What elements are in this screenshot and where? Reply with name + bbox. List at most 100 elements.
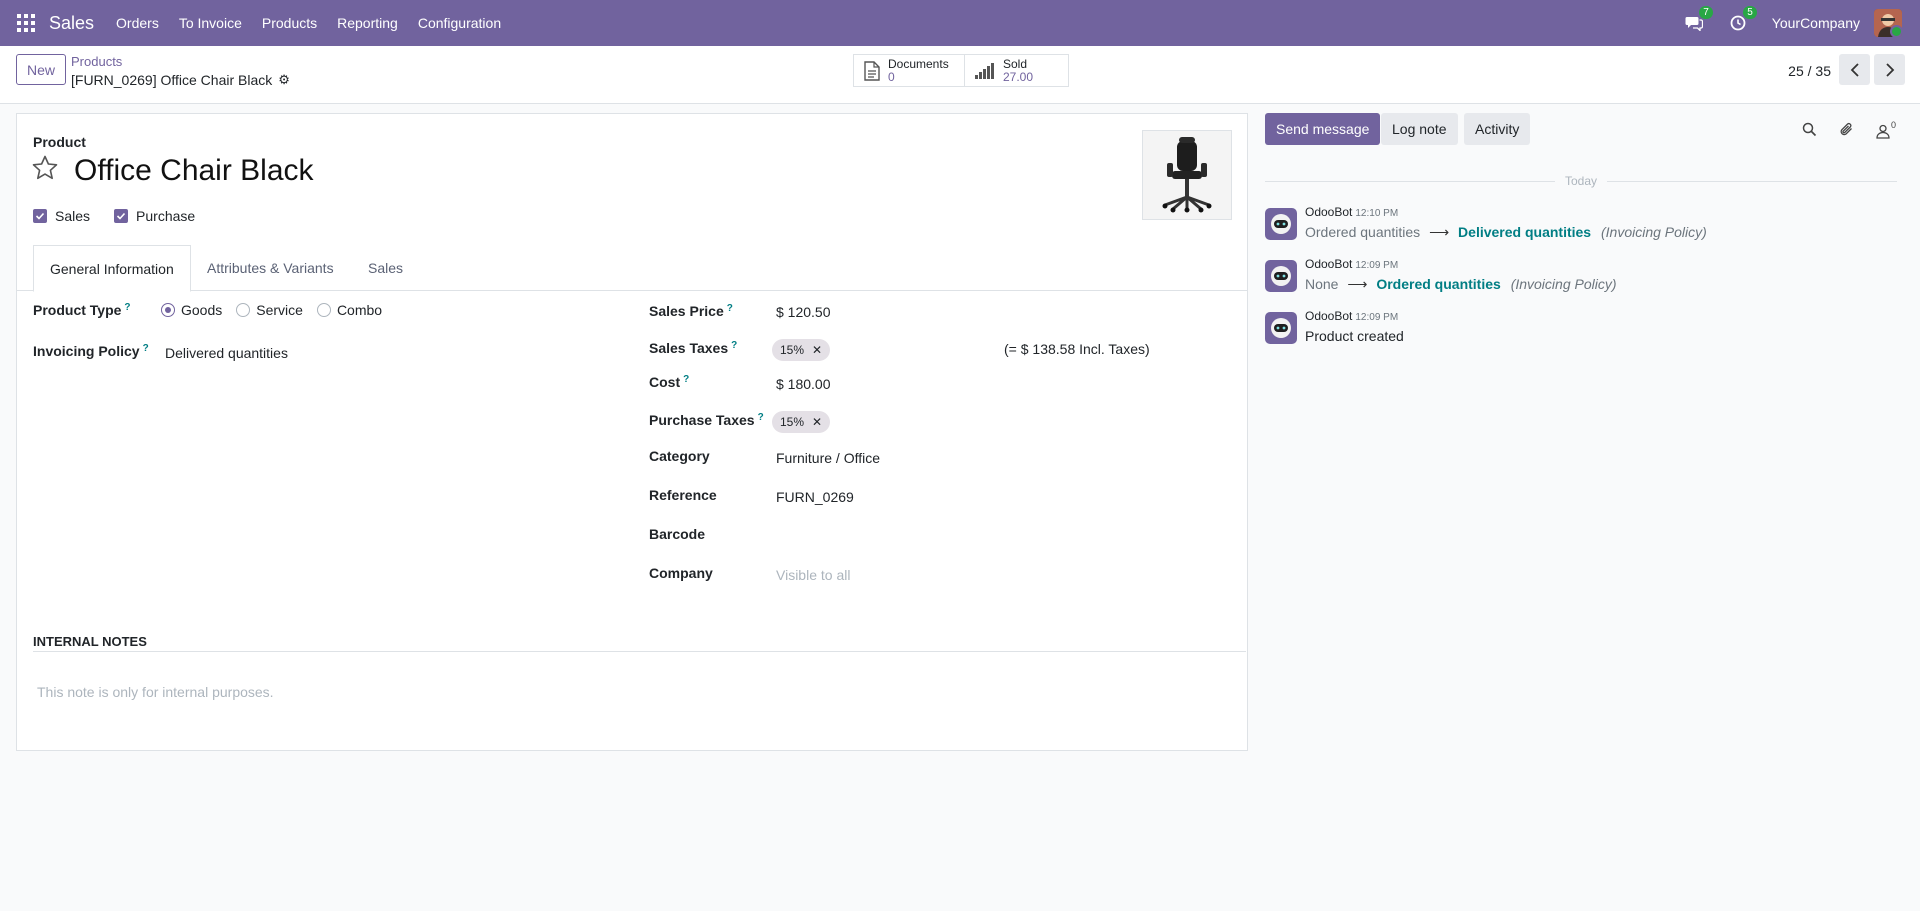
invoicing-policy-label: Invoicing Policy? [33,343,149,359]
help-icon[interactable]: ? [143,343,149,354]
menu-configuration[interactable]: Configuration [418,15,501,31]
search-icon[interactable] [1802,122,1817,140]
invoicing-policy-label-text: Invoicing Policy [33,343,140,359]
favorite-star-icon[interactable] [31,154,59,182]
sales-taxes-label: Sales Taxes? [649,340,737,356]
form-tabs: General Information Attributes & Variant… [17,245,1247,292]
help-icon[interactable]: ? [758,412,764,423]
sold-value: 27.00 [1003,69,1034,84]
date-separator: Today [1265,174,1897,188]
purchase-checkbox-label[interactable]: Purchase [136,208,195,224]
app-menu-icon[interactable] [17,14,35,32]
product-image[interactable] [1142,130,1232,220]
barcode-field[interactable] [776,526,1076,544]
send-message-button[interactable]: Send message [1265,113,1381,145]
radio-combo[interactable] [316,303,331,317]
author-name[interactable]: OdooBot [1305,257,1352,271]
reference-label: Reference [649,487,717,503]
internal-notes-field[interactable]: This note is only for internal purposes. [37,684,274,700]
message-author: OdooBot 12:10 PM [1305,205,1398,219]
radio-goods-label[interactable]: Goods [181,302,222,318]
messages-icon[interactable]: 7 [1684,6,1713,33]
menu-products[interactable]: Products [262,15,317,31]
app-name[interactable]: Sales [49,13,94,34]
product-name-field[interactable]: Office Chair Black [74,154,314,188]
cost-label: Cost? [649,374,689,390]
breadcrumb-products[interactable]: Products [71,54,122,69]
odoobot-avatar[interactable] [1265,208,1297,240]
record-title-text: [FURN_0269] Office Chair Black [71,72,273,88]
log-note-button[interactable]: Log note [1381,113,1458,145]
messages-badge: 7 [1699,6,1713,19]
sales-price-field[interactable]: $ 120.50 [776,304,831,320]
menu-to-invoice[interactable]: To Invoice [179,15,242,31]
purchase-tax-tag-label: 15% [780,415,805,429]
old-value: None [1305,276,1339,292]
menu-reporting[interactable]: Reporting [337,15,398,31]
control-panel: New Products [FURN_0269] Office Chair Bl… [0,46,1920,104]
chevron-left-icon [1850,62,1859,77]
menu-orders[interactable]: Orders [116,15,159,31]
top-navbar: Sales Orders To Invoice Products Reporti… [0,0,1920,46]
radio-service-label[interactable]: Service [256,302,303,318]
new-button[interactable]: New [16,54,67,85]
product-form-sheet: Product Office Chair Black Sales Purchas… [16,113,1248,751]
activity-button[interactable]: Activity [1464,113,1531,145]
pager-prev-button[interactable] [1839,54,1870,85]
tab-sales[interactable]: Sales [368,245,403,291]
category-field[interactable]: Furniture / Office [776,450,880,466]
pager-next-button[interactable] [1874,54,1905,85]
activities-icon[interactable]: 5 [1728,6,1757,33]
arrow-right-icon: ⟶ [1347,276,1368,292]
radio-combo-label[interactable]: Combo [337,302,382,318]
user-avatar[interactable] [1874,9,1902,37]
chatter-tools: 0 [1802,120,1896,140]
documents-smart-button[interactable]: Documents 0 [854,55,964,86]
chevron-right-icon [1885,62,1894,77]
tab-attributes-variants[interactable]: Attributes & Variants [207,245,334,291]
sales-price-label-text: Sales Price [649,303,724,319]
company-field[interactable]: Visible to all [776,567,850,583]
old-value: Ordered quantities [1305,224,1421,240]
company-switcher[interactable]: YourCompany [1772,15,1860,31]
product-type-radio: Goods Service Combo [161,302,396,318]
radio-goods[interactable] [161,303,175,317]
message-time: 12:09 PM [1355,312,1399,323]
product-type-label-text: Product Type [33,302,122,318]
check-icon [35,212,45,220]
followers-count: 0 [1890,119,1896,130]
tab-general-information[interactable]: General Information [33,245,191,292]
arrow-right-icon: ⟶ [1429,224,1450,240]
sales-tax-tag[interactable]: 15% ✕ [772,339,831,361]
barcode-label: Barcode [649,526,706,542]
odoobot-avatar[interactable] [1265,260,1297,292]
cost-field[interactable]: $ 180.00 [776,376,831,392]
message-author: OdooBot 12:09 PM [1305,309,1398,323]
purchase-checkbox[interactable] [114,209,129,223]
category-label: Category [649,448,710,464]
remove-tag-icon[interactable]: ✕ [812,343,822,357]
activities-badge: 5 [1743,6,1757,19]
documents-label: Documents [888,56,949,71]
gear-icon[interactable]: ⚙ [278,72,290,88]
help-icon[interactable]: ? [124,302,130,313]
invoicing-policy-field[interactable]: Delivered quantities [165,345,288,361]
help-icon[interactable]: ? [727,303,733,314]
check-icon [116,212,126,220]
followers-button[interactable]: 0 [1876,120,1896,139]
radio-service[interactable] [236,303,251,317]
reference-field[interactable]: FURN_0269 [776,489,854,505]
remove-tag-icon[interactable]: ✕ [812,415,822,429]
sales-checkbox[interactable] [33,209,47,223]
paperclip-icon[interactable] [1839,122,1854,140]
odoobot-avatar[interactable] [1265,312,1297,344]
author-name[interactable]: OdooBot [1305,309,1352,323]
sold-smart-button[interactable]: Sold 27.00 [964,55,1068,86]
sales-checkbox-label[interactable]: Sales [55,208,90,224]
help-icon[interactable]: ? [683,374,689,385]
help-icon[interactable]: ? [731,340,737,351]
pager-value[interactable]: 25 / 35 [1788,63,1831,79]
purchase-tax-tag[interactable]: 15% ✕ [772,411,831,433]
author-name[interactable]: OdooBot [1305,205,1352,219]
sales-tax-tag-label: 15% [780,343,805,357]
